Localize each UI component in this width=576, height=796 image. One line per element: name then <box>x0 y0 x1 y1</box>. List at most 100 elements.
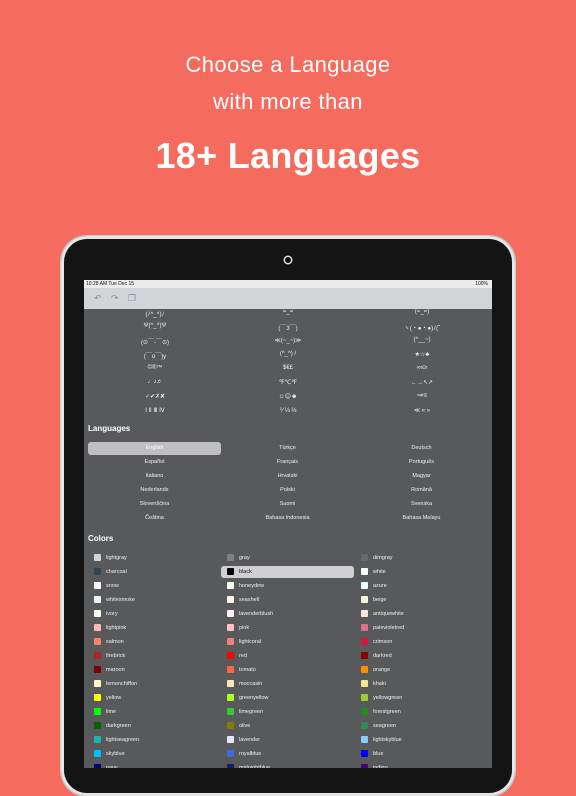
color-name: maroon <box>106 667 125 673</box>
emoticon-item[interactable]: ←→↖↗ <box>354 379 490 386</box>
emoticon-item[interactable]: (⊙￣-￣⊙) <box>87 337 223 346</box>
color-option[interactable]: lightcoral <box>221 636 354 648</box>
color-swatch <box>361 582 368 589</box>
emoticon-item[interactable]: Ⅰ Ⅱ Ⅲ Ⅳ <box>87 407 223 414</box>
language-option[interactable]: Slovenščina <box>88 498 221 511</box>
emoticon-item[interactable]: ℉℃℉ <box>220 379 356 386</box>
color-option[interactable]: whitesmoke <box>88 594 221 606</box>
emoticon-item[interactable]: ヽ(・●・●)ﾉ(˘ <box>354 323 490 332</box>
language-option[interactable]: Română <box>355 484 488 497</box>
emoticon-item[interactable]: (ﾉ^_^)ﾉ <box>87 309 223 318</box>
color-option[interactable]: seagreen <box>355 720 488 732</box>
color-option[interactable]: indigo <box>355 762 488 768</box>
color-option[interactable]: white <box>355 566 488 578</box>
color-option[interactable]: palevioletred <box>355 622 488 634</box>
color-option[interactable]: pink <box>221 622 354 634</box>
emoticon-item[interactable]: ☺😊☻ <box>220 393 356 400</box>
color-option[interactable]: honeydew <box>221 580 354 592</box>
color-option[interactable]: khaki <box>355 678 488 690</box>
color-option[interactable]: lightpink <box>88 622 221 634</box>
emoticon-item[interactable]: (^_^) / <box>220 351 356 357</box>
color-option[interactable]: crimson <box>355 636 488 648</box>
emoticon-item[interactable]: (￣3￣) <box>220 323 356 332</box>
color-option[interactable]: darkgreen <box>88 720 221 732</box>
redo-icon[interactable]: ↷ <box>111 293 119 303</box>
language-option[interactable]: Polski <box>221 484 354 497</box>
emoticon-item[interactable]: ≈≠≡ <box>354 393 490 399</box>
language-option[interactable]: English <box>88 442 221 455</box>
color-swatch <box>361 568 368 575</box>
color-option[interactable]: maroon <box>88 664 221 676</box>
language-option[interactable]: Français <box>221 456 354 469</box>
language-option[interactable]: Bahasa Indonesia <box>221 512 354 525</box>
emoticon-item[interactable]: ∞≤≥ <box>354 365 490 371</box>
language-option[interactable]: Suomi <box>221 498 354 511</box>
emoticon-item[interactable]: ✓✔✗✘ <box>87 393 223 400</box>
battery-indicator: 100% <box>475 281 488 287</box>
emoticon-item[interactable]: ©®™ <box>87 365 223 371</box>
color-option[interactable]: gray <box>221 552 354 564</box>
language-option[interactable]: Nederlands <box>88 484 221 497</box>
language-option[interactable]: Deutsch <box>355 442 488 455</box>
color-option[interactable]: charcoal <box>88 566 221 578</box>
emoticon-item[interactable]: ≪(~_~)≫ <box>220 337 356 344</box>
language-option[interactable]: Čeština <box>88 512 221 525</box>
color-option[interactable]: orange <box>355 664 488 676</box>
emoticon-item[interactable]: ♩♪♬ <box>87 379 223 385</box>
language-option[interactable]: Svenska <box>355 498 488 511</box>
color-name: firebrick <box>106 653 126 659</box>
color-option[interactable]: ivory <box>88 608 221 620</box>
color-option[interactable]: lavender <box>221 734 354 746</box>
color-option[interactable]: lime <box>88 706 221 718</box>
color-option[interactable]: midnightblue <box>221 762 354 768</box>
language-option[interactable]: Português <box>355 456 488 469</box>
undo-icon[interactable]: ↶ <box>94 293 102 303</box>
color-option[interactable]: tomato <box>221 664 354 676</box>
color-option[interactable]: firebrick <box>88 650 221 662</box>
emoticon-item[interactable]: ≪ « » <box>354 407 490 414</box>
color-option[interactable]: salmon <box>88 636 221 648</box>
color-option[interactable]: greenyellow <box>221 692 354 704</box>
color-option[interactable]: yellowgreen <box>355 692 488 704</box>
emoticon-item[interactable]: (^__~) <box>354 337 490 343</box>
color-option[interactable]: olive <box>221 720 354 732</box>
color-option[interactable]: azure <box>355 580 488 592</box>
language-option[interactable]: Magyar <box>355 470 488 483</box>
color-option[interactable]: beige <box>355 594 488 606</box>
color-option[interactable]: moccasin <box>221 678 354 690</box>
emoticon-item[interactable]: (￣o￣)y <box>87 351 223 360</box>
language-option[interactable]: Hrvatski <box>221 470 354 483</box>
color-option[interactable]: lightgray <box>88 552 221 564</box>
color-option[interactable]: antiquewhite <box>355 608 488 620</box>
color-option[interactable]: lightskyblue <box>355 734 488 746</box>
color-option[interactable]: yellow <box>88 692 221 704</box>
color-option[interactable]: lightseagreen <box>88 734 221 746</box>
color-option[interactable]: dimgray <box>355 552 488 564</box>
color-option[interactable]: seashell <box>221 594 354 606</box>
language-option[interactable]: Türkçe <box>221 442 354 455</box>
emoticon-item[interactable]: Ψ(^_^)Ψ <box>87 323 223 329</box>
emoticon-item[interactable]: $€£ <box>220 365 356 371</box>
color-option[interactable]: darkred <box>355 650 488 662</box>
emoticon-item[interactable]: =_= <box>220 309 356 315</box>
emoticon-item[interactable]: ★☆♣ <box>354 351 490 358</box>
language-option[interactable]: Italiano <box>88 470 221 483</box>
color-option[interactable]: skyblue <box>88 748 221 760</box>
color-option[interactable]: blue <box>355 748 488 760</box>
color-name: salmon <box>106 639 124 645</box>
color-option[interactable]: lavenderblush <box>221 608 354 620</box>
emoticon-item[interactable]: ⅟ ⅓ ⅔ <box>220 407 356 414</box>
color-option[interactable]: royalblue <box>221 748 354 760</box>
color-swatch <box>227 554 234 561</box>
emoticon-item[interactable]: (=_=) <box>354 309 490 315</box>
color-option[interactable]: navy <box>88 762 221 768</box>
color-option[interactable]: black <box>221 566 354 578</box>
color-option[interactable]: forestgreen <box>355 706 488 718</box>
color-option[interactable]: snow <box>88 580 221 592</box>
clipboard-icon[interactable]: ❐ <box>128 293 136 303</box>
language-option[interactable]: Español <box>88 456 221 469</box>
color-option[interactable]: lemonchiffon <box>88 678 221 690</box>
language-option[interactable]: Bahasa Melayu <box>355 512 488 525</box>
color-option[interactable]: limegreen <box>221 706 354 718</box>
color-option[interactable]: red <box>221 650 354 662</box>
